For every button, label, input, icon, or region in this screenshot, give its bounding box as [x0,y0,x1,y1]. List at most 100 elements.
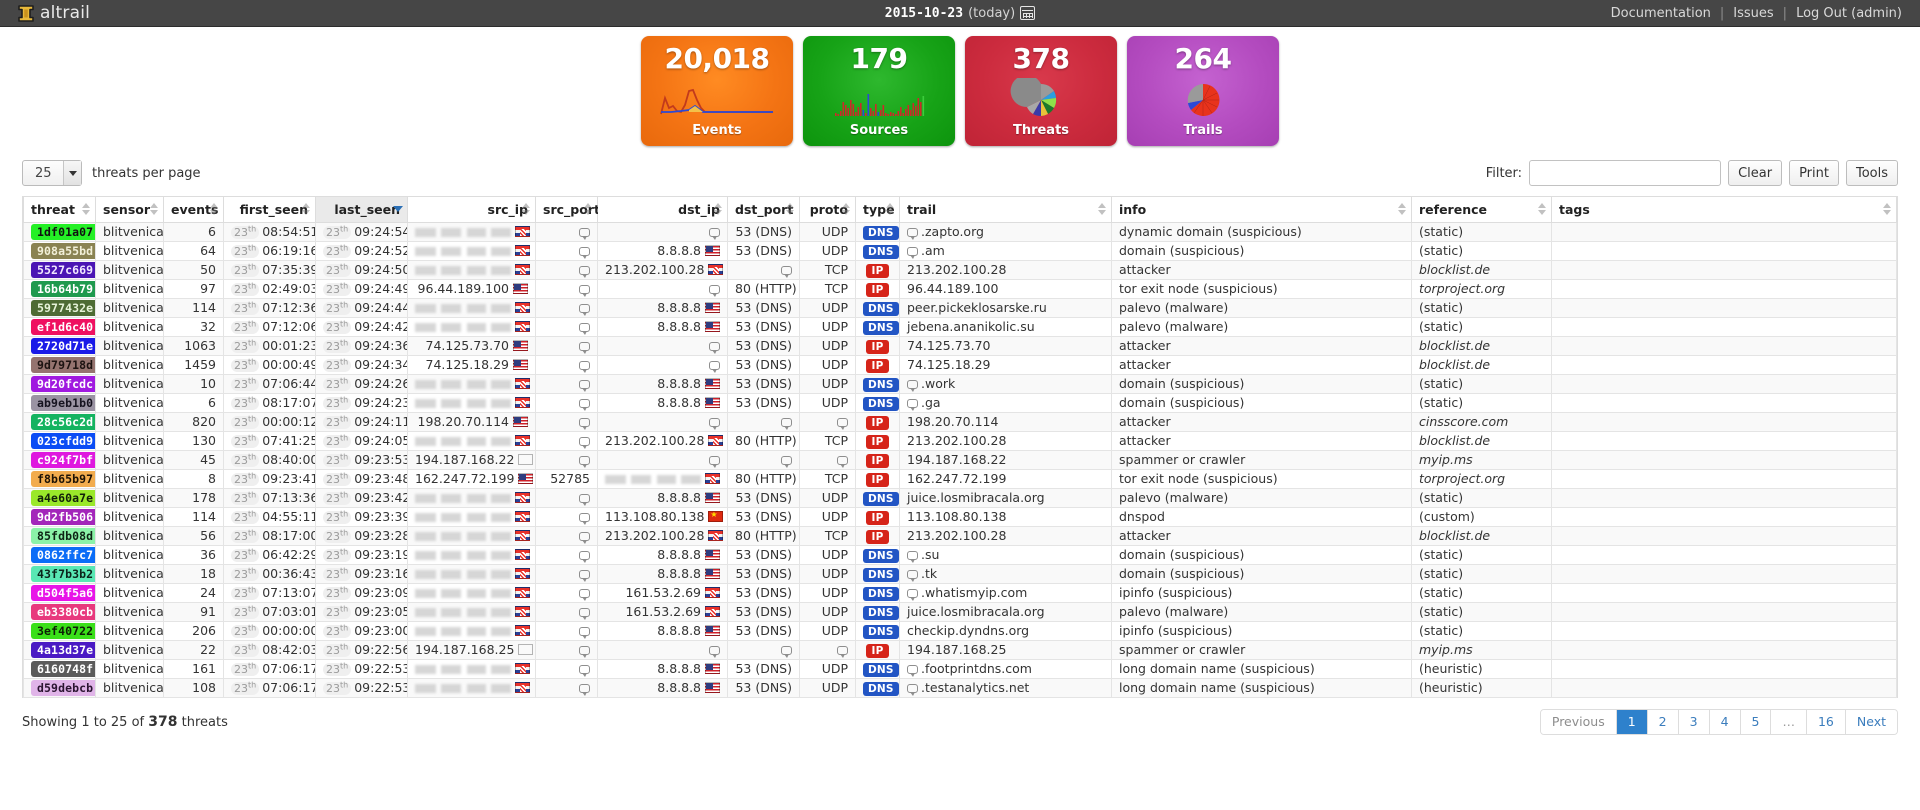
comment-bubble-icon[interactable] [579,285,590,297]
cell-proto[interactable]: UDP [799,373,856,394]
column-header-dst_ip[interactable]: dst_ip [597,197,728,223]
card-events[interactable]: 20,018 Events [641,36,793,146]
comment-bubble-icon[interactable] [579,551,590,563]
comment-bubble-icon[interactable] [709,418,720,430]
cell-dst-ip[interactable] [597,411,728,432]
cell-proto[interactable] [799,411,856,432]
cell-threat[interactable]: 5527c669 [23,259,96,280]
cell-dst-port[interactable]: 53 (DNS) [727,506,800,527]
cell-trail[interactable]: .zapto.org [899,221,1112,242]
cell-trail[interactable]: 113.108.80.138 [899,506,1112,527]
cell-src-port[interactable]: 52785 [535,468,598,489]
comment-bubble-icon[interactable] [781,418,792,430]
cell-src-ip[interactable] [407,506,536,527]
cell-src-ip[interactable]: 96.44.189.100 [407,278,536,299]
cell-threat[interactable]: 9d2fb506 [23,506,96,527]
cell-threat[interactable]: 023cfdd9 [23,430,96,451]
table-row[interactable]: 2720d71e blitvenica 1063 23th 00:01:23 23th 09… [23,335,1897,356]
cell-src-port[interactable] [535,392,598,413]
table-row[interactable]: 5527c669 blitvenica 50 23th 07:35:39 23th 09:2… [23,259,1897,280]
cell-dst-port[interactable]: 53 (DNS) [727,620,800,641]
table-row[interactable]: 3ef40722 blitvenica 206 23th 00:00:00 23th 09:… [23,620,1897,641]
cell-dst-port[interactable]: 53 (DNS) [727,392,800,413]
comment-bubble-icon[interactable] [579,380,590,392]
cell-src-ip[interactable] [407,392,536,413]
column-header-events[interactable]: events [163,197,224,223]
cell-dst-port[interactable] [727,639,800,660]
page-5[interactable]: 5 [1740,709,1772,734]
cell-proto[interactable]: TCP [799,278,856,299]
cell-proto[interactable]: UDP [799,335,856,356]
cell-threat[interactable]: d504f5a6 [23,582,96,603]
cell-dst-port[interactable]: 80 (HTTP) [727,525,800,546]
cell-proto[interactable]: UDP [799,677,856,698]
cell-proto[interactable]: UDP [799,563,856,584]
cell-dst-port[interactable]: 53 (DNS) [727,563,800,584]
cell-dst-ip[interactable]: 161.53.2.69 [597,601,728,622]
comment-bubble-icon[interactable] [579,418,590,430]
cell-dst-port[interactable]: 53 (DNS) [727,316,800,337]
sort-desc-icon[interactable] [393,202,403,216]
cell-threat[interactable]: ab9eb1b0 [23,392,96,413]
table-row[interactable]: d504f5a6 blitvenica 24 23th 07:13:07 23th 09:2… [23,582,1897,603]
comment-bubble-icon[interactable] [837,646,848,658]
sort-both-icon[interactable] [1882,202,1891,216]
table-row[interactable]: eb3380cb blitvenica 91 23th 07:03:01 23th 09:2… [23,601,1897,622]
cell-dst-port[interactable]: 53 (DNS) [727,677,800,698]
cell-threat[interactable]: a4e60a7e [23,487,96,508]
table-row[interactable]: 9d2fb506 blitvenica 114 23th 04:55:11 23th 09:… [23,506,1897,527]
cell-src-ip[interactable] [407,221,536,242]
table-row[interactable]: ab9eb1b0 blitvenica 6 23th 08:17:07 23th 09:24… [23,392,1897,413]
cell-src-port[interactable] [535,487,598,508]
page-next[interactable]: Next [1845,709,1897,734]
column-header-reference[interactable]: reference [1411,197,1552,223]
cell-dst-port[interactable]: 53 (DNS) [727,658,800,679]
comment-bubble-icon[interactable] [907,589,918,601]
cell-dst-port[interactable] [727,449,800,470]
cell-trail[interactable]: 213.202.100.28 [899,259,1112,280]
sort-both-icon[interactable] [209,202,218,216]
cell-trail[interactable]: jebena.ananikolic.su [899,316,1112,337]
cell-src-ip[interactable] [407,297,536,318]
cell-src-ip[interactable] [407,240,536,261]
cell-src-ip[interactable]: 194.187.168.25 [407,639,536,660]
cell-dst-port[interactable]: 53 (DNS) [727,601,800,622]
cell-dst-ip[interactable] [597,335,728,356]
cell-src-ip[interactable] [407,582,536,603]
table-row[interactable]: d59debcb blitvenica 108 23th 07:06:17 23th 09:… [23,677,1897,698]
cell-threat[interactable]: f8b65b97 [23,468,96,489]
tools-button[interactable]: Tools [1845,160,1898,186]
cell-threat[interactable]: 9d79718d [23,354,96,375]
cell-dst-port[interactable] [727,259,800,280]
cell-trail[interactable]: .am [899,240,1112,261]
sort-both-icon[interactable] [149,202,158,216]
cell-trail[interactable]: .whatismyip.com [899,582,1112,603]
comment-bubble-icon[interactable] [579,228,590,240]
cell-dst-ip[interactable]: 8.8.8.8 [597,316,728,337]
table-row[interactable]: a4e60a7e blitvenica 178 23th 07:13:36 23th 09:… [23,487,1897,508]
comment-bubble-icon[interactable] [781,646,792,658]
comment-bubble-icon[interactable] [579,665,590,677]
sort-both-icon[interactable] [583,202,592,216]
cell-src-port[interactable] [535,240,598,261]
cell-dst-ip[interactable]: 113.108.80.138 [597,506,728,527]
column-header-type[interactable]: type [855,197,900,223]
comment-bubble-icon[interactable] [709,228,720,240]
cell-dst-ip[interactable]: 8.8.8.8 [597,544,728,565]
cell-proto[interactable]: UDP [799,506,856,527]
cell-src-ip[interactable] [407,544,536,565]
table-row[interactable]: 1df01a07 blitvenica 6 23th 08:54:51 23th 09:24… [23,221,1897,242]
cell-threat[interactable]: 908a55bd [23,240,96,261]
cell-src-port[interactable] [535,335,598,356]
comment-bubble-icon[interactable] [579,266,590,278]
sort-both-icon[interactable] [713,202,722,216]
comment-bubble-icon[interactable] [781,266,792,278]
cell-proto[interactable]: UDP [799,392,856,413]
cell-proto[interactable]: UDP [799,487,856,508]
cell-dst-port[interactable]: 53 (DNS) [727,582,800,603]
comment-bubble-icon[interactable] [709,285,720,297]
cell-dst-port[interactable]: 53 (DNS) [727,544,800,565]
column-header-dst_port[interactable]: dst_port [727,197,800,223]
cell-trail[interactable]: .work [899,373,1112,394]
cell-trail[interactable]: .tk [899,563,1112,584]
